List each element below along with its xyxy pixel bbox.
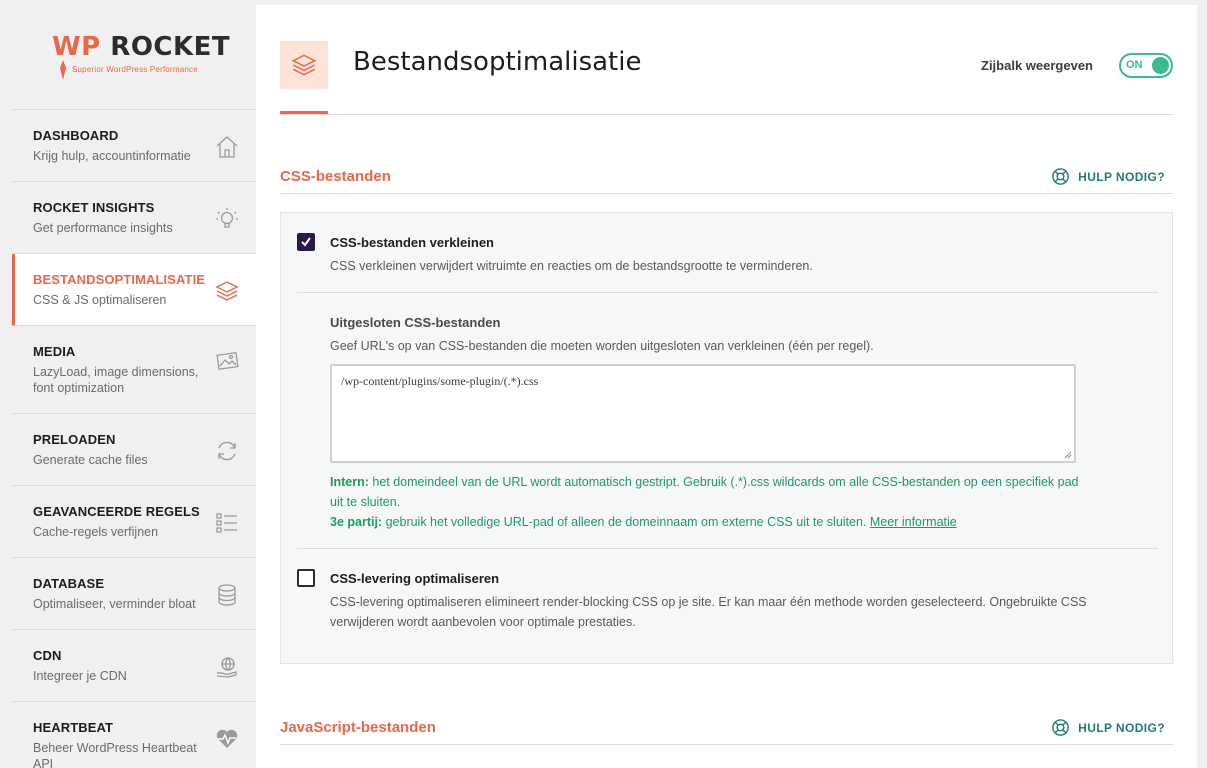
help-button[interactable]: HULP NODIG? bbox=[1051, 167, 1165, 186]
sidebar: WP ROCKET Superior WordPress Performance… bbox=[12, 0, 256, 768]
sidebar-item-heartbeat[interactable]: HEARTBEAT Beheer WordPress Heartbeat API bbox=[12, 702, 256, 768]
divider bbox=[297, 292, 1158, 293]
section-title: CSS-bestanden bbox=[280, 168, 391, 185]
image-icon bbox=[214, 348, 240, 374]
js-section-header: JavaScript-bestanden HULP NODIG? bbox=[280, 709, 1173, 745]
list-icon bbox=[214, 510, 240, 536]
sidebar-toggle-label: Zijbalk weergeven bbox=[981, 58, 1093, 73]
exclude-css-value: /wp-content/plugins/some-plugin/(.*).css bbox=[341, 374, 539, 388]
layers-icon bbox=[214, 278, 240, 304]
lightbulb-icon bbox=[214, 206, 240, 232]
sidebar-item-preloaden[interactable]: PRELOADEN Generate cache files bbox=[12, 414, 256, 486]
page-icon bbox=[280, 41, 328, 89]
sidebar-item-subtitle: Krijg hulp, accountinformatie bbox=[33, 149, 191, 163]
exclude-css-description: Geef URL's op van CSS-bestanden die moet… bbox=[330, 339, 874, 353]
lifebuoy-icon bbox=[1052, 168, 1069, 185]
optimize-css-delivery-description: CSS-levering optimaliseren elimineert re… bbox=[330, 595, 1087, 629]
section-title: JavaScript-bestanden bbox=[280, 719, 436, 736]
exclude-note-internal: Intern: het domeindeel van de URL wordt … bbox=[330, 472, 1080, 512]
exclude-css-textarea[interactable]: /wp-content/plugins/some-plugin/(.*).css bbox=[330, 364, 1076, 463]
logo-tagline: Superior WordPress Performance bbox=[72, 65, 198, 74]
page-icon-underline bbox=[280, 111, 328, 114]
note-label: Intern: bbox=[330, 475, 369, 489]
css-options-card: CSS-bestanden verkleinen CSS verkleinen … bbox=[280, 212, 1173, 664]
sidebar-item-subtitle: Beheer WordPress Heartbeat API bbox=[33, 741, 197, 768]
optimize-css-delivery-checkbox[interactable] bbox=[297, 569, 315, 587]
sidebar-item-subtitle: Get performance insights bbox=[33, 221, 173, 235]
page-title: Bestandsoptimalisatie bbox=[353, 47, 642, 77]
sidebar-item-rocket-insights[interactable]: ROCKET INSIGHTS Get performance insights bbox=[12, 182, 256, 254]
logo[interactable]: WP ROCKET Superior WordPress Performance bbox=[12, 0, 256, 110]
sidebar-toggle[interactable]: ON bbox=[1119, 53, 1173, 78]
toggle-state: ON bbox=[1126, 59, 1143, 71]
heartbeat-icon bbox=[214, 726, 240, 752]
sidebar-item-subtitle: Generate cache files bbox=[33, 453, 148, 467]
sidebar-item-subtitle: CSS & JS optimaliseren bbox=[33, 293, 167, 307]
main-panel: Bestandsoptimalisatie Zijbalk weergeven … bbox=[256, 5, 1197, 768]
exclude-css-title: Uitgesloten CSS-bestanden bbox=[330, 315, 501, 330]
logo-text: WP ROCKET bbox=[52, 32, 230, 62]
rocket-flame-icon bbox=[60, 60, 66, 80]
resize-grip-icon[interactable] bbox=[1064, 451, 1072, 459]
check-icon bbox=[301, 237, 311, 247]
more-info-link[interactable]: Meer informatie bbox=[870, 515, 957, 529]
help-button[interactable]: HULP NODIG? bbox=[1051, 718, 1165, 737]
sidebar-item-bestandsoptimalisatie[interactable]: BESTANDSOPTIMALISATIE CSS & JS optimalis… bbox=[12, 254, 256, 326]
sidebar-item-cdn[interactable]: CDN Integreer je CDN bbox=[12, 630, 256, 702]
sidebar-item-subtitle: Integreer je CDN bbox=[33, 669, 127, 683]
minify-css-description: CSS verkleinen verwijdert witruimte en r… bbox=[330, 259, 813, 273]
minify-css-checkbox[interactable] bbox=[297, 233, 315, 251]
css-section-header: CSS-bestanden HULP NODIG? bbox=[280, 158, 1173, 194]
note-text: het domeindeel van de URL wordt automati… bbox=[330, 475, 1079, 509]
note-text: gebruik het volledige URL-pad of alleen … bbox=[382, 515, 870, 529]
sidebar-item-geavanceerde-regels[interactable]: GEAVANCEERDE REGELS Cache-regels verfijn… bbox=[12, 486, 256, 558]
layers-icon bbox=[291, 54, 317, 76]
globe-hand-icon bbox=[214, 654, 240, 680]
sidebar-item-subtitle: LazyLoad, image dimensions, font optimiz… bbox=[33, 365, 199, 395]
help-label: HULP NODIG? bbox=[1078, 720, 1165, 735]
sidebar-item-database[interactable]: DATABASE Optimaliseer, verminder bloat bbox=[12, 558, 256, 630]
sidebar-item-subtitle: Cache-regels verfijnen bbox=[33, 525, 159, 539]
logo-rocket: ROCKET bbox=[110, 32, 231, 62]
sidebar-item-subtitle: Optimaliseer, verminder bloat bbox=[33, 597, 196, 611]
note-label: 3e partij: bbox=[330, 515, 383, 529]
help-label: HULP NODIG? bbox=[1078, 169, 1165, 184]
page-header: Bestandsoptimalisatie Zijbalk weergeven … bbox=[280, 5, 1173, 115]
refresh-icon bbox=[214, 438, 240, 464]
toggle-knob bbox=[1152, 57, 1169, 74]
optimize-css-delivery-title: CSS-levering optimaliseren bbox=[330, 571, 500, 586]
logo-wp: WP bbox=[52, 32, 101, 62]
database-icon bbox=[214, 582, 240, 608]
lifebuoy-icon bbox=[1052, 719, 1069, 736]
minify-css-title: CSS-bestanden verkleinen bbox=[330, 235, 494, 250]
home-icon bbox=[214, 134, 240, 160]
sidebar-item-media[interactable]: MEDIA LazyLoad, image dimensions, font o… bbox=[12, 326, 256, 414]
exclude-note-third-party: 3e partij: gebruik het volledige URL-pad… bbox=[330, 512, 1080, 532]
divider bbox=[297, 548, 1158, 549]
sidebar-item-dashboard[interactable]: DASHBOARD Krijg hulp, accountinformatie bbox=[12, 110, 256, 182]
